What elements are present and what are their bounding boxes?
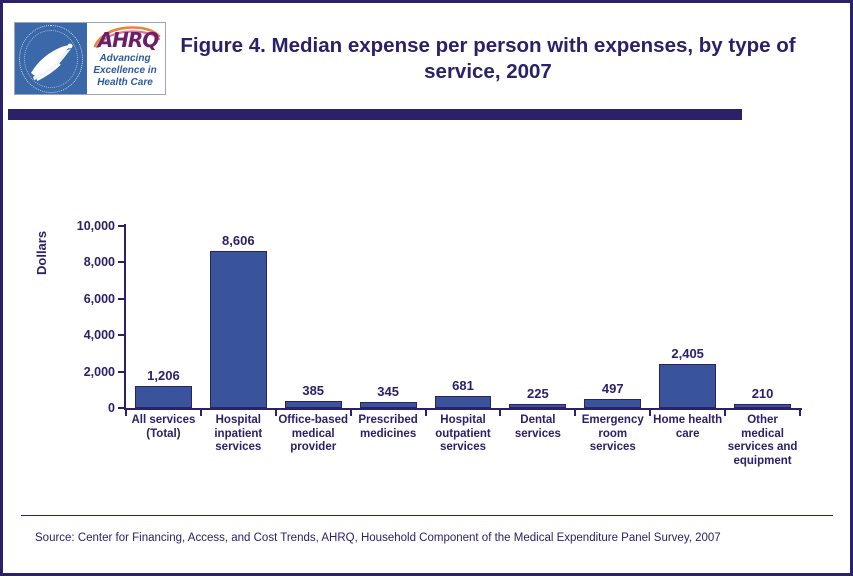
x-axis-category-label: Emergency room services — [569, 414, 656, 455]
bar[interactable] — [359, 401, 417, 408]
x-axis-category-label: All services (Total) — [120, 414, 207, 441]
bar-slot: 2,405 — [650, 226, 725, 408]
bar-value-label: 385 — [302, 383, 325, 398]
y-axis-tick — [118, 407, 124, 409]
y-axis-tick-label: 4,000 — [83, 328, 115, 343]
x-axis-tick — [799, 410, 801, 416]
x-axis-label-line: services — [589, 441, 636, 453]
bar-value-label: 681 — [452, 377, 474, 393]
y-axis-tick-label: 8,000 — [83, 255, 115, 270]
bar-value-label: 497 — [601, 380, 624, 396]
ahrq-hhs-logo: AHRQ Advancing Excellence in Health Care — [14, 22, 166, 95]
x-axis-label-line: care — [675, 427, 700, 440]
ahrq-tagline-line1: Advancing — [99, 53, 151, 64]
x-axis-category-label: Other medical services and equipment — [719, 414, 806, 468]
title-divider-bar — [8, 109, 742, 120]
bar-slot: 210 — [725, 226, 800, 408]
x-axis-category-label: Hospital inpatient services — [195, 414, 282, 455]
y-axis-tick-label: 10,000 — [76, 219, 115, 233]
bar-value-label: 1,206 — [147, 368, 180, 384]
bar[interactable] — [584, 398, 642, 408]
x-axis-label-line: Other — [747, 414, 778, 426]
bar-slot: 345 — [351, 226, 426, 408]
x-axis-category-label: Dental services — [494, 414, 581, 441]
bar-slot: 8,606 — [201, 226, 276, 408]
bar[interactable] — [209, 251, 267, 408]
bar[interactable] — [434, 395, 492, 408]
ahrq-tagline-line2: Excellence in — [93, 65, 157, 76]
hhs-eagle-icon — [31, 43, 73, 81]
ahrq-wordmark-block: AHRQ Advancing Excellence in Health Care — [87, 23, 165, 94]
bar-value-label: 210 — [751, 386, 774, 402]
x-axis-label-line: services — [215, 441, 262, 453]
bar[interactable] — [509, 403, 567, 408]
bar[interactable] — [284, 401, 342, 408]
footer-divider — [21, 515, 833, 516]
x-axis-label-line: equipment — [733, 454, 792, 467]
bar-value-label: 2,405 — [671, 346, 704, 362]
y-axis-tick — [118, 261, 124, 264]
y-axis-tick — [118, 225, 124, 227]
figure-slide: AHRQ Advancing Excellence in Health Care… — [0, 0, 853, 576]
ahrq-wordmark-text: AHRQ — [97, 28, 160, 52]
x-axis-label-line: Dental — [520, 414, 556, 426]
x-axis-label-line: (Total) — [146, 427, 181, 440]
bar-slot: 1,206 — [126, 226, 201, 408]
x-axis-label-line: medical — [741, 427, 784, 440]
x-axis-label-line: Hospital — [215, 414, 261, 426]
x-axis-label-line: outpatient — [435, 427, 491, 440]
y-axis-tick — [118, 297, 124, 300]
y-axis-tick — [118, 334, 124, 337]
bar-slot: 385 — [276, 226, 351, 408]
x-axis-category-label: Home health care — [644, 414, 731, 441]
figure-title: Figure 4. Median expense per person with… — [180, 34, 796, 83]
x-axis-label-line: services — [514, 427, 561, 440]
hhs-seal-icon — [15, 23, 87, 94]
bar-value-label: 345 — [377, 383, 399, 399]
bar-slot: 225 — [500, 226, 575, 408]
y-axis-tick-label: 2,000 — [83, 364, 115, 379]
x-axis-label-line: provider — [290, 441, 337, 453]
x-axis-label-line: services and — [727, 441, 798, 453]
y-axis-tick-label: 6,000 — [83, 291, 115, 306]
bar-slot: 497 — [575, 226, 650, 408]
bar[interactable] — [659, 364, 717, 408]
source-note: Source: Center for Financing, Access, an… — [35, 532, 721, 544]
bar-chart: Dollars 0 2,000 4,000 6,000 8,000 10,000 1,206… — [3, 120, 850, 510]
bar-slot: 681 — [426, 226, 501, 408]
ahrq-tagline: Advancing Excellence in Health Care — [87, 53, 163, 89]
bar[interactable] — [134, 386, 192, 408]
x-axis-category-label: Prescribed medicines — [345, 414, 432, 441]
x-axis-label-line: medicines — [359, 427, 417, 440]
bar[interactable] — [734, 404, 791, 408]
y-axis-tick — [118, 370, 124, 373]
x-axis-label-line: Office-based — [278, 414, 349, 426]
x-axis-label-line: Hospital — [440, 414, 486, 426]
x-axis-category-label: Office-based medical provider — [270, 414, 357, 455]
bar-value-label: 8,606 — [222, 233, 255, 249]
x-axis-category-label: Hospital outpatient services — [420, 414, 507, 455]
x-axis-label-line: inpatient — [214, 427, 263, 440]
bar-value-label: 225 — [527, 385, 549, 401]
x-axis-line — [124, 408, 802, 410]
x-axis-label-line: Emergency — [581, 414, 644, 426]
ahrq-tagline-line3: Health Care — [97, 77, 153, 88]
slide-header: AHRQ Advancing Excellence in Health Care… — [3, 3, 850, 120]
x-axis-label-line: Home health — [653, 414, 723, 426]
y-axis-tick-label: 0 — [108, 401, 115, 415]
x-axis-label-line: room — [598, 427, 628, 440]
x-axis-label-line: All services — [131, 414, 196, 426]
x-axis-label-line: services — [439, 441, 486, 453]
x-axis-tick — [125, 410, 127, 416]
x-axis-label-line: Prescribed — [358, 414, 418, 426]
x-axis-label-line: medical — [291, 427, 335, 440]
